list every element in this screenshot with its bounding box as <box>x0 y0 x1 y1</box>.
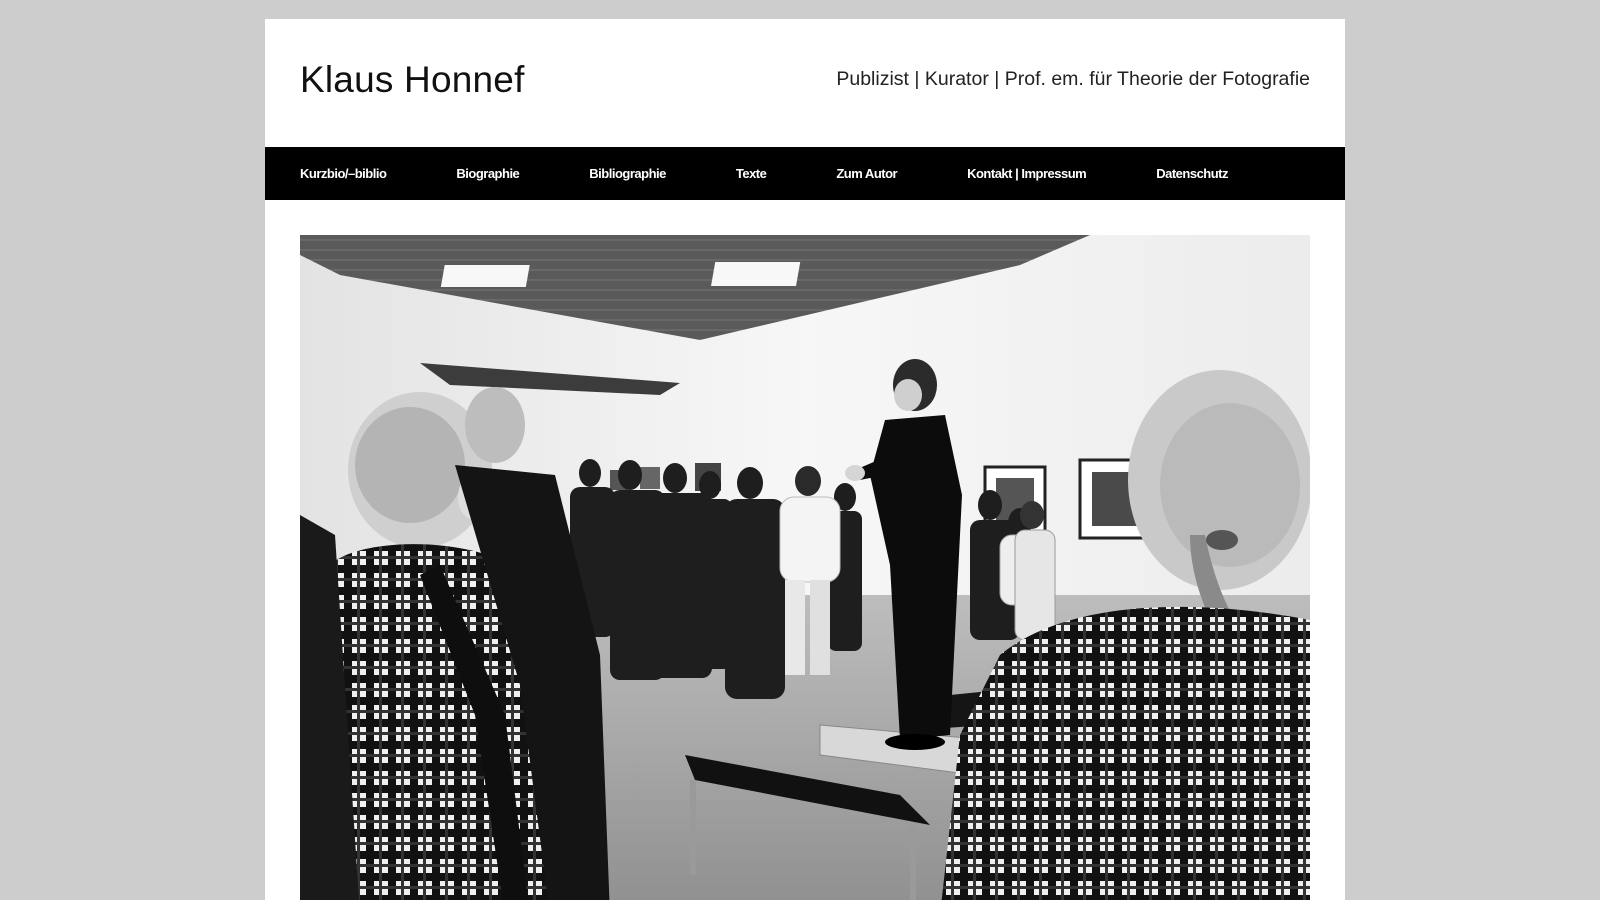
visitor-legs <box>785 580 805 675</box>
hero-photo-illustration <box>300 235 1310 900</box>
hair-tie <box>1206 530 1238 550</box>
ceiling-light <box>711 262 801 286</box>
nav-item-datenschutz[interactable]: Datenschutz <box>1156 166 1228 181</box>
nav-item-kurzbio[interactable]: Kurzbio/–biblio <box>300 166 387 181</box>
bench-leg <box>690 780 696 875</box>
nav-item-kontakt-impressum[interactable]: Kontakt | Impressum <box>967 166 1087 181</box>
speaker-face <box>894 379 922 411</box>
nav-item-biographie[interactable]: Biographie <box>456 166 519 181</box>
visitor-legs <box>810 580 830 675</box>
hero-photo <box>300 235 1310 900</box>
site-tagline: Publizist | Kurator | Prof. em. für Theo… <box>836 68 1310 90</box>
nav-item-zum-autor[interactable]: Zum Autor <box>836 166 897 181</box>
nav-menu: Kurzbio/–biblio Biographie Bibliographie… <box>265 147 1345 200</box>
speaker-hands <box>845 465 865 481</box>
visitor-head <box>1020 501 1044 529</box>
page-container: Klaus Honnef Publizist | Kurator | Prof.… <box>265 19 1345 900</box>
visitor-head <box>795 466 821 496</box>
framed-picture <box>640 467 660 489</box>
bench-leg <box>910 825 916 900</box>
foreground-head-man <box>465 387 525 463</box>
speaker-shoes <box>885 734 945 750</box>
site-header: Klaus Honnef Publizist | Kurator | Prof.… <box>265 19 1345 147</box>
ceiling-light <box>440 265 530 287</box>
visitor-sweater <box>779 496 841 583</box>
visitor-body <box>1014 529 1056 641</box>
site-title[interactable]: Klaus Honnef <box>300 61 525 98</box>
nav-item-bibliographie[interactable]: Bibliographie <box>589 166 666 181</box>
main-navigation: Kurzbio/–biblio Biographie Bibliographie… <box>265 147 1345 200</box>
nav-item-texte[interactable]: Texte <box>736 166 767 181</box>
